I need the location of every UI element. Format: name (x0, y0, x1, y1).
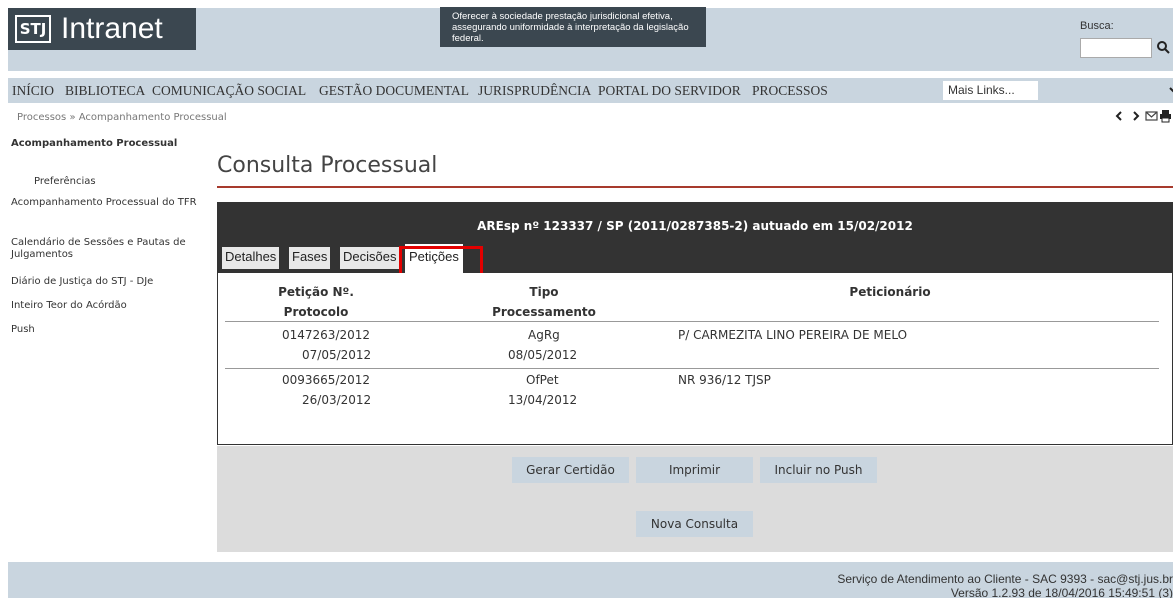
breadcrumb[interactable]: Processos » Acompanhamento Processual (17, 112, 227, 123)
sidebar-item-inteiro-teor[interactable]: Inteiro Teor do Acórdão (11, 300, 201, 312)
sidebar-item-acompanhamento[interactable]: Acompanhamento Processual (11, 138, 201, 150)
mission-tagline: Oferecer à sociedade prestação jurisdici… (440, 7, 706, 47)
back-icon[interactable] (1115, 111, 1122, 121)
title-divider (217, 186, 1173, 188)
col-header-tipo: Tipo (529, 285, 559, 299)
footer-version: Versão 1.2.93 de 18/04/2016 15:49:51 (3) (950, 586, 1173, 598)
sidebar-item-push[interactable]: Push (11, 324, 201, 336)
cell-protocolo: 26/03/2012 (302, 393, 372, 407)
print-icon[interactable] (1160, 110, 1171, 123)
cell-peticao: 0147263/2012 (282, 328, 371, 342)
sidebar-item-calendario[interactable]: Calendário de Sessões e Pautas de Julgam… (11, 237, 201, 261)
process-title: AREsp nº 123337 / SP (2011/0287385-2) au… (477, 219, 913, 233)
col-header-peticao: Petição Nº. (278, 285, 354, 299)
row-divider (225, 321, 1159, 322)
footer-sac: Serviço de Atendimento ao Cliente - SAC … (837, 572, 1173, 586)
logo-text: Intranet (61, 12, 163, 45)
imprimir-button[interactable]: Imprimir (636, 457, 753, 483)
col-header-processamento: Processamento (492, 305, 596, 319)
footer: Serviço de Atendimento ao Cliente - SAC … (8, 562, 1173, 598)
cell-processamento: 13/04/2012 (508, 393, 578, 407)
nav-comunicacao-social[interactable]: COMUNICAÇÃO SOCIAL (152, 83, 306, 99)
sidebar-item-preferencias[interactable]: Preferências (34, 176, 224, 188)
cell-protocolo: 07/05/2012 (302, 348, 372, 362)
search-label: Busca: (1080, 20, 1114, 32)
chevron-down-icon[interactable] (1168, 83, 1173, 97)
more-links-select[interactable]: Mais Links... (943, 81, 1038, 100)
search-input[interactable] (1080, 38, 1152, 58)
toolbar-icons (1115, 110, 1171, 123)
nav-biblioteca[interactable]: BIBLIOTECA (65, 83, 145, 99)
nav-portal-servidor[interactable]: PORTAL DO SERVIDOR (598, 83, 741, 99)
col-header-peticionario: Peticionário (849, 285, 931, 299)
tab-decisoes[interactable]: Decisões (340, 247, 400, 269)
email-icon[interactable] (1145, 111, 1158, 121)
page-title: Consulta Processual (217, 153, 438, 178)
tab-detalhes[interactable]: Detalhes (222, 247, 280, 269)
nav-processos[interactable]: PROCESSOS (752, 83, 828, 99)
search-icon[interactable] (1156, 40, 1170, 54)
cell-peticionario: NR 936/12 TJSP (678, 373, 771, 387)
stj-intranet-logo[interactable]: STJ Intranet (8, 8, 196, 50)
cell-tipo: AgRg (528, 328, 560, 342)
row-divider (225, 368, 1159, 369)
tab-fases[interactable]: Fases (289, 247, 331, 269)
incluir-push-button[interactable]: Incluir no Push (760, 457, 877, 483)
logo-abbr: STJ (15, 15, 51, 43)
forward-icon[interactable] (1133, 111, 1140, 121)
nav-inicio[interactable]: INÍCIO (12, 83, 54, 99)
nav-jurisprudencia[interactable]: JURISPRUDÊNCIA (478, 83, 591, 99)
cell-peticao: 0093665/2012 (282, 373, 371, 387)
gerar-certidao-button[interactable]: Gerar Certidão (512, 457, 629, 483)
nav-gestao-documental[interactable]: GESTÃO DOCUMENTAL (319, 83, 469, 99)
cell-tipo: OfPet (526, 373, 559, 387)
cell-peticionario: P/ CARMEZITA LINO PEREIRA DE MELO (678, 328, 908, 342)
sidebar-item-tfr[interactable]: Acompanhamento Processual do TFR (11, 197, 201, 209)
sidebar-item-diario[interactable]: Diário de Justiça do STJ - DJe (11, 276, 201, 288)
main-nav: INÍCIO BIBLIOTECA COMUNICAÇÃO SOCIAL GES… (8, 78, 1173, 103)
cell-processamento: 08/05/2012 (508, 348, 578, 362)
col-header-protocolo: Protocolo (283, 305, 349, 319)
nova-consulta-button[interactable]: Nova Consulta (636, 511, 753, 537)
